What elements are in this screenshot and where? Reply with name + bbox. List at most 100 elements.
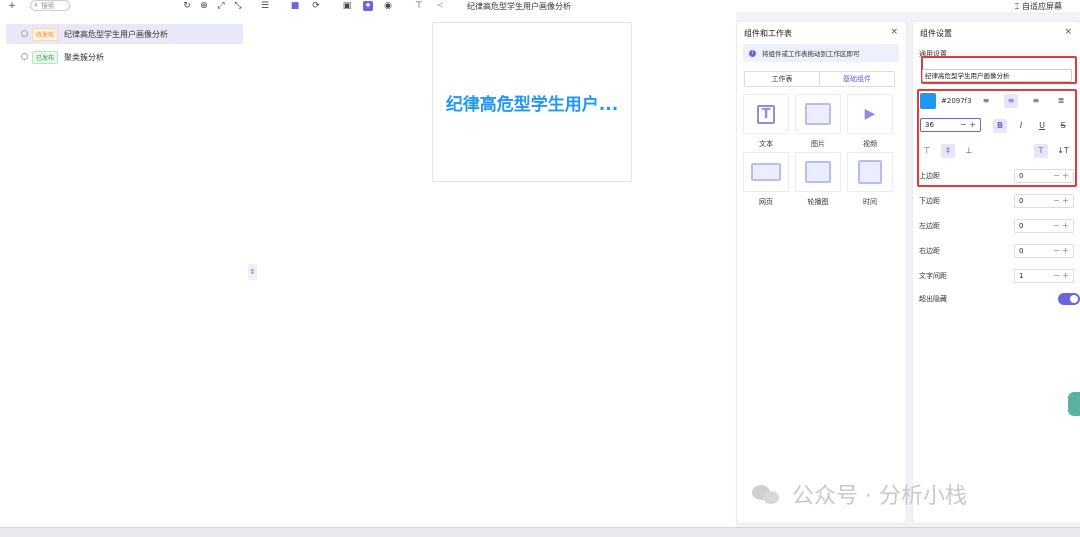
status-badge: 待发布 bbox=[32, 27, 59, 41]
color-hex: #2097f3 bbox=[941, 97, 972, 105]
overflow-toggle[interactable] bbox=[1058, 293, 1080, 305]
text-component-icon: T bbox=[756, 104, 776, 124]
component-tabs: 工作表 基础组件 bbox=[744, 71, 895, 87]
search-placeholder: 搜索 bbox=[40, 1, 55, 10]
dashboard-list: 待发布 纪律高危型学生用户画像分析 已发布 聚类簇分析 bbox=[0, 12, 250, 527]
sync-icon[interactable]: ⟳ bbox=[311, 1, 321, 11]
fit-screen-label: 自适应屏幕 bbox=[1022, 2, 1062, 11]
webpage-component-icon bbox=[751, 163, 781, 181]
outline-icon[interactable]: ☰ bbox=[260, 1, 270, 11]
text-component[interactable]: 纪律高危型学生用户... bbox=[432, 22, 632, 182]
spacing-value: 0 bbox=[1019, 247, 1024, 255]
valign-top-icon[interactable]: ⊤ bbox=[920, 144, 934, 158]
spacing-value: 0 bbox=[1019, 222, 1024, 230]
tab-worksheet[interactable]: 工作表 bbox=[745, 72, 819, 86]
preview-icon[interactable]: ◉ bbox=[383, 1, 393, 11]
top-toolbar: + ⌕ 搜索 ↻ ⊕ ⤢ ⤡ ☰ ■ ⟳ ▣ ✦ ◉ ⊤ ≺ 纪律高危型学生用户… bbox=[0, 0, 1080, 12]
spacing-input[interactable]: 0 − + bbox=[1014, 169, 1074, 183]
status-badge: 已发布 bbox=[32, 50, 59, 64]
tab-basic-components[interactable]: 基础组件 bbox=[819, 72, 894, 86]
component-label: 视频 bbox=[863, 140, 877, 148]
spacing-label: 文字间距 bbox=[919, 272, 947, 280]
assistant-bot-icon[interactable] bbox=[1068, 392, 1080, 416]
target-icon[interactable]: ⊕ bbox=[199, 1, 209, 11]
overflow-label: 超出隐藏 bbox=[919, 295, 947, 303]
align-center-icon[interactable]: ≡ bbox=[1004, 94, 1018, 108]
align-left-icon[interactable]: ≡ bbox=[979, 94, 993, 108]
stepper-icon[interactable]: − + bbox=[960, 119, 976, 131]
valign-middle-icon[interactable]: ‡ bbox=[941, 144, 955, 158]
align-right-icon[interactable]: ≡ bbox=[1029, 94, 1043, 108]
settings-panel: 组件设置 × 通用设置 纪律高危型学生用户画像分析 #2097f3 ≡ ≡ ≡ … bbox=[913, 22, 1080, 523]
stepper-icon[interactable]: − + bbox=[1053, 195, 1069, 207]
spacing-row: 左边距 0 − + bbox=[919, 219, 1074, 233]
list-item-name: 纪律高危型学生用户画像分析 bbox=[64, 29, 169, 39]
list-item-name: 聚类簇分析 bbox=[64, 52, 105, 62]
text-content-input[interactable]: 纪律高危型学生用户画像分析 bbox=[922, 69, 1072, 82]
share-icon[interactable]: ≺ bbox=[435, 1, 445, 11]
theme-icon[interactable]: ✦ bbox=[363, 1, 373, 11]
stepper-icon[interactable]: − + bbox=[1053, 170, 1069, 182]
watermark: 公众号 · 分析小栈 bbox=[752, 478, 967, 510]
spacing-value: 0 bbox=[1019, 197, 1024, 205]
component-text[interactable]: T 文本 bbox=[743, 94, 789, 149]
component-label: 轮播图 bbox=[807, 198, 829, 206]
component-label: 时间 bbox=[863, 198, 877, 206]
align-justify-icon[interactable]: ≣ bbox=[1054, 94, 1068, 108]
vertical-text-icon[interactable]: ↓T bbox=[1056, 144, 1070, 158]
valign-bottom-icon[interactable]: ⊥ bbox=[962, 144, 976, 158]
spacing-input[interactable]: 0 − + bbox=[1014, 244, 1074, 258]
image-component-icon bbox=[805, 103, 831, 125]
component-time[interactable]: 时间 bbox=[847, 152, 893, 207]
component-video[interactable]: ▶ 视频 bbox=[847, 94, 893, 149]
strikethrough-icon[interactable]: S bbox=[1056, 119, 1070, 133]
bold-icon[interactable]: B bbox=[993, 119, 1007, 133]
wechat-icon bbox=[752, 483, 782, 505]
component-image[interactable]: 图片 bbox=[795, 94, 841, 149]
underline-icon[interactable]: U bbox=[1035, 119, 1049, 133]
italic-icon[interactable]: I bbox=[1014, 119, 1028, 133]
list-item[interactable]: 待发布 纪律高危型学生用户画像分析 bbox=[6, 24, 243, 44]
save-icon[interactable]: ■ bbox=[290, 1, 300, 11]
search-icon: ⌕ bbox=[34, 1, 38, 9]
color-swatch[interactable] bbox=[920, 93, 936, 109]
collapse-icon[interactable]: ⤡ bbox=[233, 1, 243, 11]
expand-icon[interactable]: ⤢ bbox=[216, 1, 226, 11]
spacing-label: 右边距 bbox=[919, 247, 940, 255]
spacing-row: 右边距 0 − + bbox=[919, 244, 1074, 258]
stepper-icon[interactable]: − + bbox=[1053, 220, 1069, 232]
settings-title: 组件设置 bbox=[920, 29, 952, 38]
search-input[interactable]: ⌕ 搜索 bbox=[30, 0, 70, 11]
dashboard-title: 纪律高危型学生用户画像分析 bbox=[467, 2, 571, 11]
layout-icon[interactable]: ▣ bbox=[342, 1, 352, 11]
status-dot-icon bbox=[21, 53, 28, 60]
font-size-input[interactable]: 36 − + bbox=[920, 118, 981, 132]
spacing-label: 左边距 bbox=[919, 222, 940, 230]
overflow-row: 超出隐藏 bbox=[919, 292, 1080, 306]
fit-screen-button[interactable]: ⌶ 自适应屏幕 bbox=[1015, 1, 1062, 12]
refresh-icon[interactable]: ↻ bbox=[182, 1, 192, 11]
component-carousel[interactable]: 轮播图 bbox=[795, 152, 841, 207]
horizontal-text-icon[interactable]: T bbox=[1034, 144, 1048, 158]
close-icon[interactable]: × bbox=[1064, 27, 1072, 37]
spacing-input[interactable]: 0 − + bbox=[1014, 219, 1074, 233]
bottom-scrollbar[interactable] bbox=[0, 527, 1080, 537]
component-label: 网页 bbox=[759, 198, 773, 206]
component-webpage[interactable]: 网页 bbox=[743, 152, 789, 207]
component-panel: 组件和工作表 × i 将组件或工作表拖动到工作区即可 工作表 基础组件 T 文本… bbox=[737, 22, 906, 523]
stepper-icon[interactable]: − + bbox=[1053, 270, 1069, 282]
present-icon[interactable]: ⊤ bbox=[414, 1, 424, 11]
carousel-component-icon bbox=[805, 161, 831, 183]
spacing-input[interactable]: 1 − + bbox=[1014, 269, 1074, 283]
tip-text: 将组件或工作表拖动到工作区即可 bbox=[762, 50, 860, 58]
list-item[interactable]: 已发布 聚类簇分析 bbox=[6, 47, 243, 67]
status-dot-icon bbox=[21, 30, 28, 37]
panel-toggle-handle[interactable]: ⇕ bbox=[248, 264, 257, 280]
close-icon[interactable]: × bbox=[890, 27, 898, 37]
add-icon[interactable]: + bbox=[7, 1, 17, 11]
time-component-icon bbox=[858, 160, 882, 184]
stepper-icon[interactable]: − + bbox=[1053, 245, 1069, 257]
drag-tip: i 将组件或工作表拖动到工作区即可 bbox=[743, 44, 899, 62]
spacing-label: 上边距 bbox=[919, 172, 940, 180]
spacing-input[interactable]: 0 − + bbox=[1014, 194, 1074, 208]
